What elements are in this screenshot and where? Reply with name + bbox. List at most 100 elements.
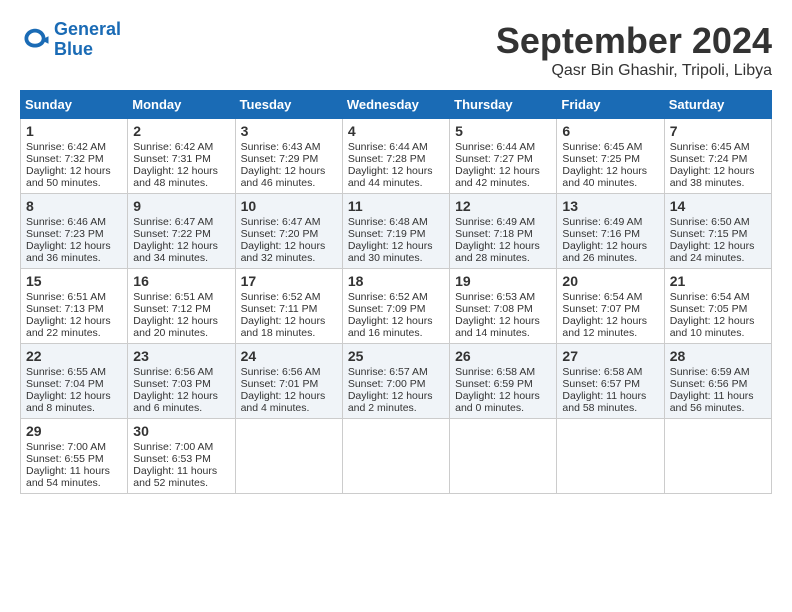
day-info-line: and 38 minutes. xyxy=(670,177,766,189)
day-info-line: Sunrise: 6:46 AM xyxy=(26,216,122,228)
day-info-line: Sunset: 7:01 PM xyxy=(241,378,337,390)
calendar-cell: 17Sunrise: 6:52 AMSunset: 7:11 PMDayligh… xyxy=(235,269,342,344)
day-info-line: Daylight: 12 hours xyxy=(562,165,658,177)
day-info-line: Sunset: 7:22 PM xyxy=(133,228,229,240)
day-info-line: Daylight: 12 hours xyxy=(348,315,444,327)
day-number: 9 xyxy=(133,198,229,214)
day-info-line: Daylight: 12 hours xyxy=(670,165,766,177)
day-info-line: Sunset: 7:13 PM xyxy=(26,303,122,315)
calendar-cell: 3Sunrise: 6:43 AMSunset: 7:29 PMDaylight… xyxy=(235,119,342,194)
day-info-line: Sunrise: 6:59 AM xyxy=(670,366,766,378)
calendar-cell: 27Sunrise: 6:58 AMSunset: 6:57 PMDayligh… xyxy=(557,344,664,419)
day-info-line: Sunrise: 6:47 AM xyxy=(133,216,229,228)
day-number: 3 xyxy=(241,123,337,139)
day-info-line: and 20 minutes. xyxy=(133,327,229,339)
day-info-line: Daylight: 12 hours xyxy=(26,240,122,252)
day-number: 28 xyxy=(670,348,766,364)
calendar-cell: 9Sunrise: 6:47 AMSunset: 7:22 PMDaylight… xyxy=(128,194,235,269)
day-info-line: Sunset: 7:04 PM xyxy=(26,378,122,390)
calendar-cell: 14Sunrise: 6:50 AMSunset: 7:15 PMDayligh… xyxy=(664,194,771,269)
day-info-line: Sunrise: 6:45 AM xyxy=(562,141,658,153)
day-info-line: Sunset: 7:28 PM xyxy=(348,153,444,165)
day-info-line: Sunset: 7:12 PM xyxy=(133,303,229,315)
day-info-line: Daylight: 11 hours xyxy=(133,465,229,477)
day-info-line: and 52 minutes. xyxy=(133,477,229,489)
day-info-line: Sunset: 6:56 PM xyxy=(670,378,766,390)
day-info-line: and 26 minutes. xyxy=(562,252,658,264)
day-number: 14 xyxy=(670,198,766,214)
logo: General Blue xyxy=(20,20,121,60)
day-number: 11 xyxy=(348,198,444,214)
day-number: 4 xyxy=(348,123,444,139)
weekday-header: Sunday xyxy=(21,91,128,119)
day-info-line: Daylight: 12 hours xyxy=(26,315,122,327)
weekday-header: Wednesday xyxy=(342,91,449,119)
calendar-cell: 21Sunrise: 6:54 AMSunset: 7:05 PMDayligh… xyxy=(664,269,771,344)
day-info-line: Sunset: 7:23 PM xyxy=(26,228,122,240)
day-info-line: Sunset: 7:15 PM xyxy=(670,228,766,240)
day-info-line: Sunrise: 7:00 AM xyxy=(26,441,122,453)
day-number: 5 xyxy=(455,123,551,139)
calendar-week-row: 15Sunrise: 6:51 AMSunset: 7:13 PMDayligh… xyxy=(21,269,772,344)
day-info-line: Daylight: 12 hours xyxy=(670,240,766,252)
day-info-line: and 16 minutes. xyxy=(348,327,444,339)
calendar-cell: 4Sunrise: 6:44 AMSunset: 7:28 PMDaylight… xyxy=(342,119,449,194)
logo-line2: Blue xyxy=(54,39,93,59)
day-info-line: Daylight: 11 hours xyxy=(670,390,766,402)
day-info-line: Sunset: 7:20 PM xyxy=(241,228,337,240)
calendar-cell: 2Sunrise: 6:42 AMSunset: 7:31 PMDaylight… xyxy=(128,119,235,194)
calendar-cell: 7Sunrise: 6:45 AMSunset: 7:24 PMDaylight… xyxy=(664,119,771,194)
day-info-line: and 10 minutes. xyxy=(670,327,766,339)
day-info-line: Daylight: 12 hours xyxy=(670,315,766,327)
day-info-line: Daylight: 12 hours xyxy=(348,240,444,252)
day-number: 22 xyxy=(26,348,122,364)
day-number: 26 xyxy=(455,348,551,364)
day-number: 19 xyxy=(455,273,551,289)
calendar-cell xyxy=(664,419,771,494)
day-info-line: Sunrise: 6:45 AM xyxy=(670,141,766,153)
day-info-line: and 18 minutes. xyxy=(241,327,337,339)
day-info-line: Daylight: 12 hours xyxy=(562,315,658,327)
day-info-line: Daylight: 12 hours xyxy=(26,390,122,402)
day-info-line: Sunrise: 6:54 AM xyxy=(562,291,658,303)
calendar-cell: 24 Sunrise: 6:56 AMSunset: 7:01 PMDayligh… xyxy=(235,344,342,419)
calendar-cell: 12Sunrise: 6:49 AMSunset: 7:18 PMDayligh… xyxy=(450,194,557,269)
day-info-line: and 0 minutes. xyxy=(455,402,551,414)
logo-line1: General xyxy=(54,19,121,39)
calendar-cell: 10Sunrise: 6:47 AMSunset: 7:20 PMDayligh… xyxy=(235,194,342,269)
calendar-cell: 1Sunrise: 6:42 AMSunset: 7:32 PMDaylight… xyxy=(21,119,128,194)
day-info-line: Daylight: 12 hours xyxy=(133,390,229,402)
weekday-header: Thursday xyxy=(450,91,557,119)
day-info-line: and 24 minutes. xyxy=(670,252,766,264)
day-info-line: Sunrise: 6:56 AM xyxy=(241,366,337,378)
day-info-line: and 36 minutes. xyxy=(26,252,122,264)
day-info-line: Daylight: 11 hours xyxy=(26,465,122,477)
day-number: 7 xyxy=(670,123,766,139)
calendar-cell xyxy=(557,419,664,494)
day-info-line: and 22 minutes. xyxy=(26,327,122,339)
day-number: 20 xyxy=(562,273,658,289)
day-info-line: Sunrise: 6:42 AM xyxy=(26,141,122,153)
day-info-line: Daylight: 12 hours xyxy=(455,165,551,177)
day-info-line: and 14 minutes. xyxy=(455,327,551,339)
day-info-line: Sunset: 7:25 PM xyxy=(562,153,658,165)
day-number: 1 xyxy=(26,123,122,139)
day-info-line: Sunset: 7:27 PM xyxy=(455,153,551,165)
day-info-line: Daylight: 12 hours xyxy=(241,315,337,327)
day-number: 23 xyxy=(133,348,229,364)
day-info-line: Daylight: 12 hours xyxy=(348,390,444,402)
day-info-line: Daylight: 12 hours xyxy=(455,240,551,252)
calendar-cell: 28 Sunrise: 6:59 AMSunset: 6:56 PMDayligh… xyxy=(664,344,771,419)
day-number: 24 xyxy=(241,348,337,364)
weekday-header: Tuesday xyxy=(235,91,342,119)
day-info-line: Sunset: 6:59 PM xyxy=(455,378,551,390)
day-info-line: Sunrise: 6:44 AM xyxy=(348,141,444,153)
day-info-line: Sunset: 7:00 PM xyxy=(348,378,444,390)
day-info-line: Sunset: 6:57 PM xyxy=(562,378,658,390)
logo-text: General Blue xyxy=(54,20,121,60)
day-info-line: Sunset: 7:08 PM xyxy=(455,303,551,315)
calendar-table: SundayMondayTuesdayWednesdayThursdayFrid… xyxy=(20,90,772,494)
day-info-line: Daylight: 12 hours xyxy=(241,390,337,402)
calendar-cell: 30Sunrise: 7:00 AMSunset: 6:53 PMDayligh… xyxy=(128,419,235,494)
location: Qasr Bin Ghashir, Tripoli, Libya xyxy=(496,62,772,80)
